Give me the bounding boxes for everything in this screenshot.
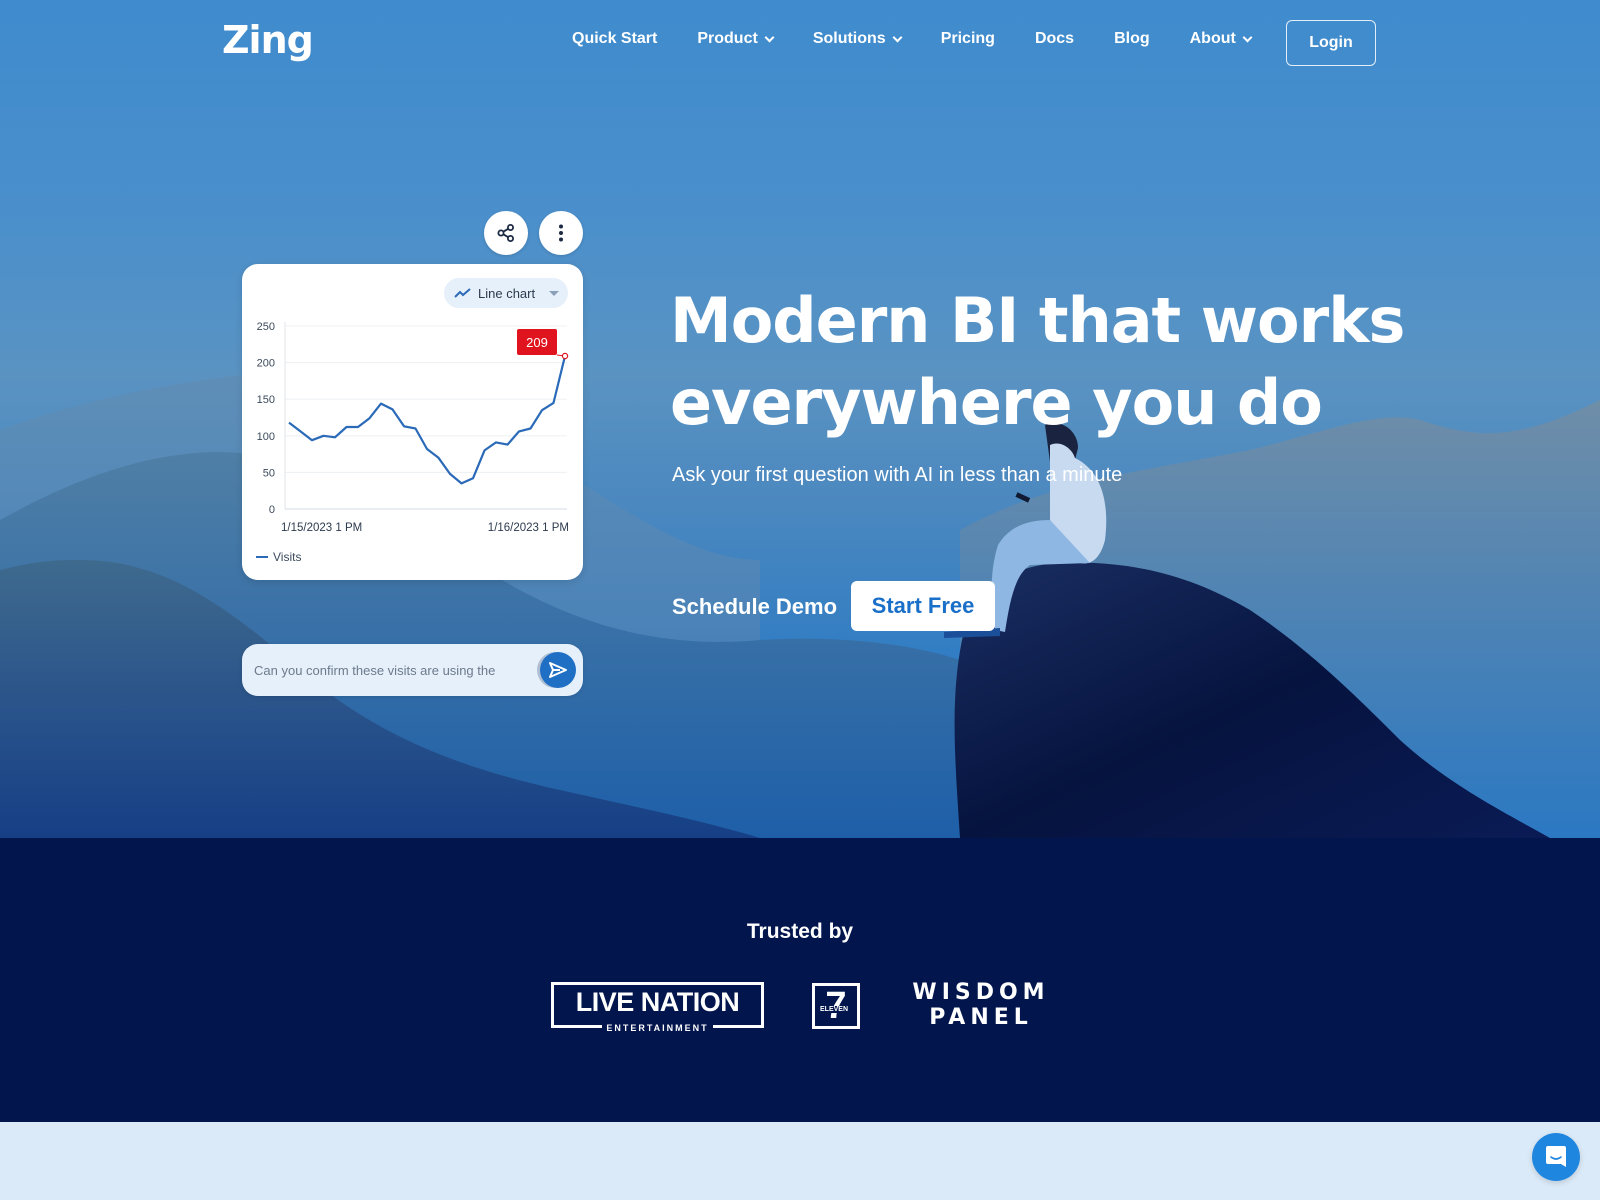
annotation-label: 209 bbox=[526, 335, 548, 350]
nav-item-quick-start[interactable]: Quick Start bbox=[572, 30, 657, 48]
send-icon bbox=[549, 662, 567, 678]
y-tick-label: 0 bbox=[269, 504, 275, 516]
start-free-button[interactable]: Start Free bbox=[851, 581, 995, 631]
chevron-down-icon bbox=[764, 32, 775, 42]
login-button[interactable]: Login bbox=[1286, 20, 1376, 66]
nav-links: Quick Start Product Solutions Pricing Do… bbox=[572, 30, 1291, 48]
headline-line-2: everywhere you do bbox=[670, 366, 1323, 439]
nav-item-about[interactable]: About bbox=[1189, 30, 1253, 48]
headline-line-1: Modern BI that works bbox=[670, 284, 1405, 357]
y-tick-label: 150 bbox=[257, 394, 275, 406]
top-nav: Zing Quick Start Product Solutions Prici… bbox=[0, 0, 1600, 86]
y-tick-label: 250 bbox=[257, 321, 275, 333]
y-tick-label: 50 bbox=[263, 467, 275, 479]
legend-label: Visits bbox=[273, 550, 302, 564]
legend-swatch bbox=[256, 556, 268, 558]
trusted-by-section: Trusted by LIVE NATION ENTERTAINMENT 7 E… bbox=[0, 838, 1600, 1122]
chart-legend: Visits bbox=[256, 550, 301, 564]
live-nation-wordmark: LIVE NATION bbox=[575, 987, 740, 1017]
chat-bubble-icon bbox=[1546, 1146, 1566, 1167]
wisdom-panel-wordmark: WISDOM bbox=[912, 980, 1050, 1005]
ask-ai-input[interactable] bbox=[254, 644, 524, 696]
nav-item-product[interactable]: Product bbox=[697, 30, 775, 48]
share-icon bbox=[497, 224, 514, 242]
y-tick-label: 200 bbox=[257, 358, 275, 370]
next-section bbox=[0, 1122, 1600, 1200]
schedule-demo-link[interactable]: Schedule Demo bbox=[672, 594, 837, 620]
zing-logo[interactable]: Zing bbox=[222, 18, 314, 62]
more-vertical-icon bbox=[559, 224, 563, 242]
wisdom-panel-logo: WISDOM PANEL bbox=[906, 980, 1056, 1030]
nav-item-pricing[interactable]: Pricing bbox=[941, 30, 995, 48]
nav-item-label: Blog bbox=[1114, 30, 1150, 47]
nav-item-blog[interactable]: Blog bbox=[1114, 30, 1150, 48]
more-options-button[interactable] bbox=[539, 211, 583, 255]
nav-item-solutions[interactable]: Solutions bbox=[812, 30, 903, 48]
live-nation-logo: LIVE NATION ENTERTAINMENT bbox=[551, 982, 764, 1033]
hero-subhead: Ask your first question with AI in less … bbox=[672, 464, 1123, 486]
nav-item-label: Product bbox=[697, 30, 758, 47]
send-button[interactable] bbox=[540, 652, 576, 688]
annotation-point bbox=[561, 352, 569, 360]
seven-eleven-logo: 7 ELEVEN bbox=[812, 983, 860, 1029]
nav-item-label: About bbox=[1189, 30, 1236, 47]
seven-eleven-subtext: ELEVEN bbox=[819, 1006, 850, 1013]
chart-card: Line chart 0 50 100 150 200 250 1/15/2023 1 PM… bbox=[242, 264, 583, 580]
live-nation-subtext: ENTERTAINMENT bbox=[602, 1023, 713, 1033]
chevron-down-icon bbox=[892, 32, 903, 42]
x-tick-label: 1/16/2023 1 PM bbox=[488, 522, 569, 534]
nav-item-label: Docs bbox=[1034, 30, 1075, 47]
trusted-by-title: Trusted by bbox=[746, 920, 854, 943]
hero-headline: Modern BI that works everywhere you do bbox=[670, 280, 1470, 444]
nav-item-docs[interactable]: Docs bbox=[1035, 30, 1074, 48]
series-line-visits bbox=[288, 355, 567, 485]
hero-section: Zing Quick Start Product Solutions Prici… bbox=[0, 0, 1600, 838]
ask-ai-box bbox=[242, 644, 583, 696]
wisdom-panel-subtext: PANEL bbox=[929, 1005, 1033, 1030]
nav-item-label: Quick Start bbox=[572, 30, 658, 47]
nav-item-label: Pricing bbox=[940, 30, 995, 47]
y-tick-label: 100 bbox=[257, 431, 275, 443]
x-tick-label: 1/15/2023 1 PM bbox=[281, 522, 362, 534]
nav-item-label: Solutions bbox=[812, 30, 886, 47]
share-button[interactable] bbox=[484, 211, 528, 255]
chat-widget-button[interactable] bbox=[1532, 1133, 1580, 1181]
chevron-down-icon bbox=[1242, 32, 1253, 42]
line-chart: 0 50 100 150 200 250 1/15/2023 1 PM 1/16/2023 1… bbox=[257, 321, 569, 534]
